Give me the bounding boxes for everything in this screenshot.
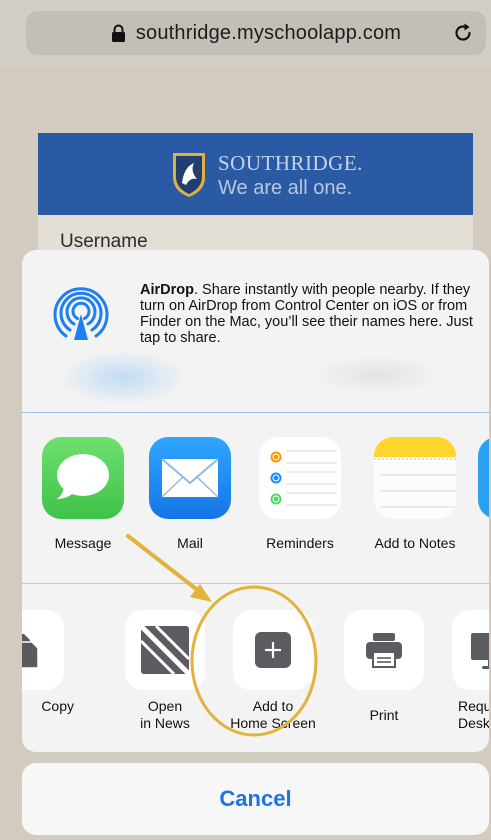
app-label-notes: Add to Notes — [374, 535, 456, 551]
address-bar[interactable]: southridge.myschoolapp.com — [26, 11, 486, 55]
browser-toolbar: southridge.myschoolapp.com — [0, 0, 491, 66]
action-label-home-line2: Home Screen — [230, 715, 316, 731]
share-actions-row: Copy Open in News Add to Home Screen Pri… — [22, 584, 489, 752]
cancel-label: Cancel — [219, 786, 292, 811]
action-print[interactable]: Print — [334, 610, 434, 724]
action-label-desktop-line1: Request — [458, 698, 489, 714]
share-app-next-partial[interactable] — [478, 437, 489, 519]
copy-icon — [22, 610, 64, 690]
action-copy[interactable]: Copy — [22, 610, 74, 715]
url-text: southridge.myschoolapp.com — [135, 21, 402, 44]
school-banner: SOUTHRIDGE. We are all one. — [38, 133, 473, 215]
app-label-reminders: Reminders — [266, 535, 334, 551]
notes-icon — [374, 437, 456, 519]
action-label-desktop: Request Desktop Site — [442, 698, 489, 732]
reload-icon[interactable] — [452, 22, 474, 44]
school-name: SOUTHRIDGE. — [218, 151, 363, 175]
messages-icon — [42, 437, 124, 519]
cancel-button[interactable]: Cancel — [22, 763, 489, 835]
share-sheet: AirDrop. Share instantly with people nea… — [22, 250, 489, 752]
app-label-message: Message — [54, 535, 112, 551]
action-add-to-home-screen[interactable]: Add to Home Screen — [223, 610, 323, 732]
action-label-news: Open in News — [115, 698, 215, 732]
desktop-icon — [452, 610, 489, 690]
action-label-home-line1: Add to — [252, 698, 294, 714]
action-request-desktop-site[interactable]: Request Desktop Site — [442, 610, 489, 732]
airdrop-icon — [53, 287, 109, 340]
airdrop-section: AirDrop. Share instantly with people nea… — [22, 250, 489, 412]
share-app-mail[interactable]: Mail — [145, 437, 235, 551]
action-open-in-news[interactable]: Open in News — [115, 610, 215, 732]
share-app-notes[interactable]: Add to Notes — [365, 437, 465, 551]
add-square-icon — [233, 610, 313, 690]
printer-icon — [344, 610, 424, 690]
school-tagline: We are all one. — [218, 177, 353, 199]
mail-icon — [149, 437, 231, 519]
reminders-icon — [259, 437, 341, 519]
share-app-reminders[interactable]: Reminders — [255, 437, 345, 551]
airdrop-description: AirDrop. Share instantly with people nea… — [140, 282, 475, 346]
action-label-copy: Copy — [22, 698, 74, 715]
app-icon-partial — [478, 437, 489, 519]
app-label-mail: Mail — [177, 535, 203, 551]
airdrop-title: AirDrop — [140, 282, 194, 298]
action-label-desktop-line2: Desktop Site — [458, 715, 489, 731]
action-label-home-screen: Add to Home Screen — [223, 698, 323, 732]
news-icon — [125, 610, 205, 690]
share-app-message[interactable]: Message — [38, 437, 128, 551]
airdrop-glow-secondary — [312, 355, 442, 395]
share-apps-row: Message Mail Reminders Add to Notes — [22, 413, 489, 583]
action-label-news-line2: in News — [140, 715, 190, 731]
action-label-print: Print — [334, 698, 434, 724]
action-label-news-line1: Open — [147, 698, 183, 714]
school-crest-icon — [173, 153, 205, 197]
lock-icon — [111, 24, 125, 42]
action-label-print-text: Print — [369, 707, 399, 723]
action-label-copy-text: Copy — [41, 698, 74, 714]
airdrop-glow — [58, 350, 188, 405]
